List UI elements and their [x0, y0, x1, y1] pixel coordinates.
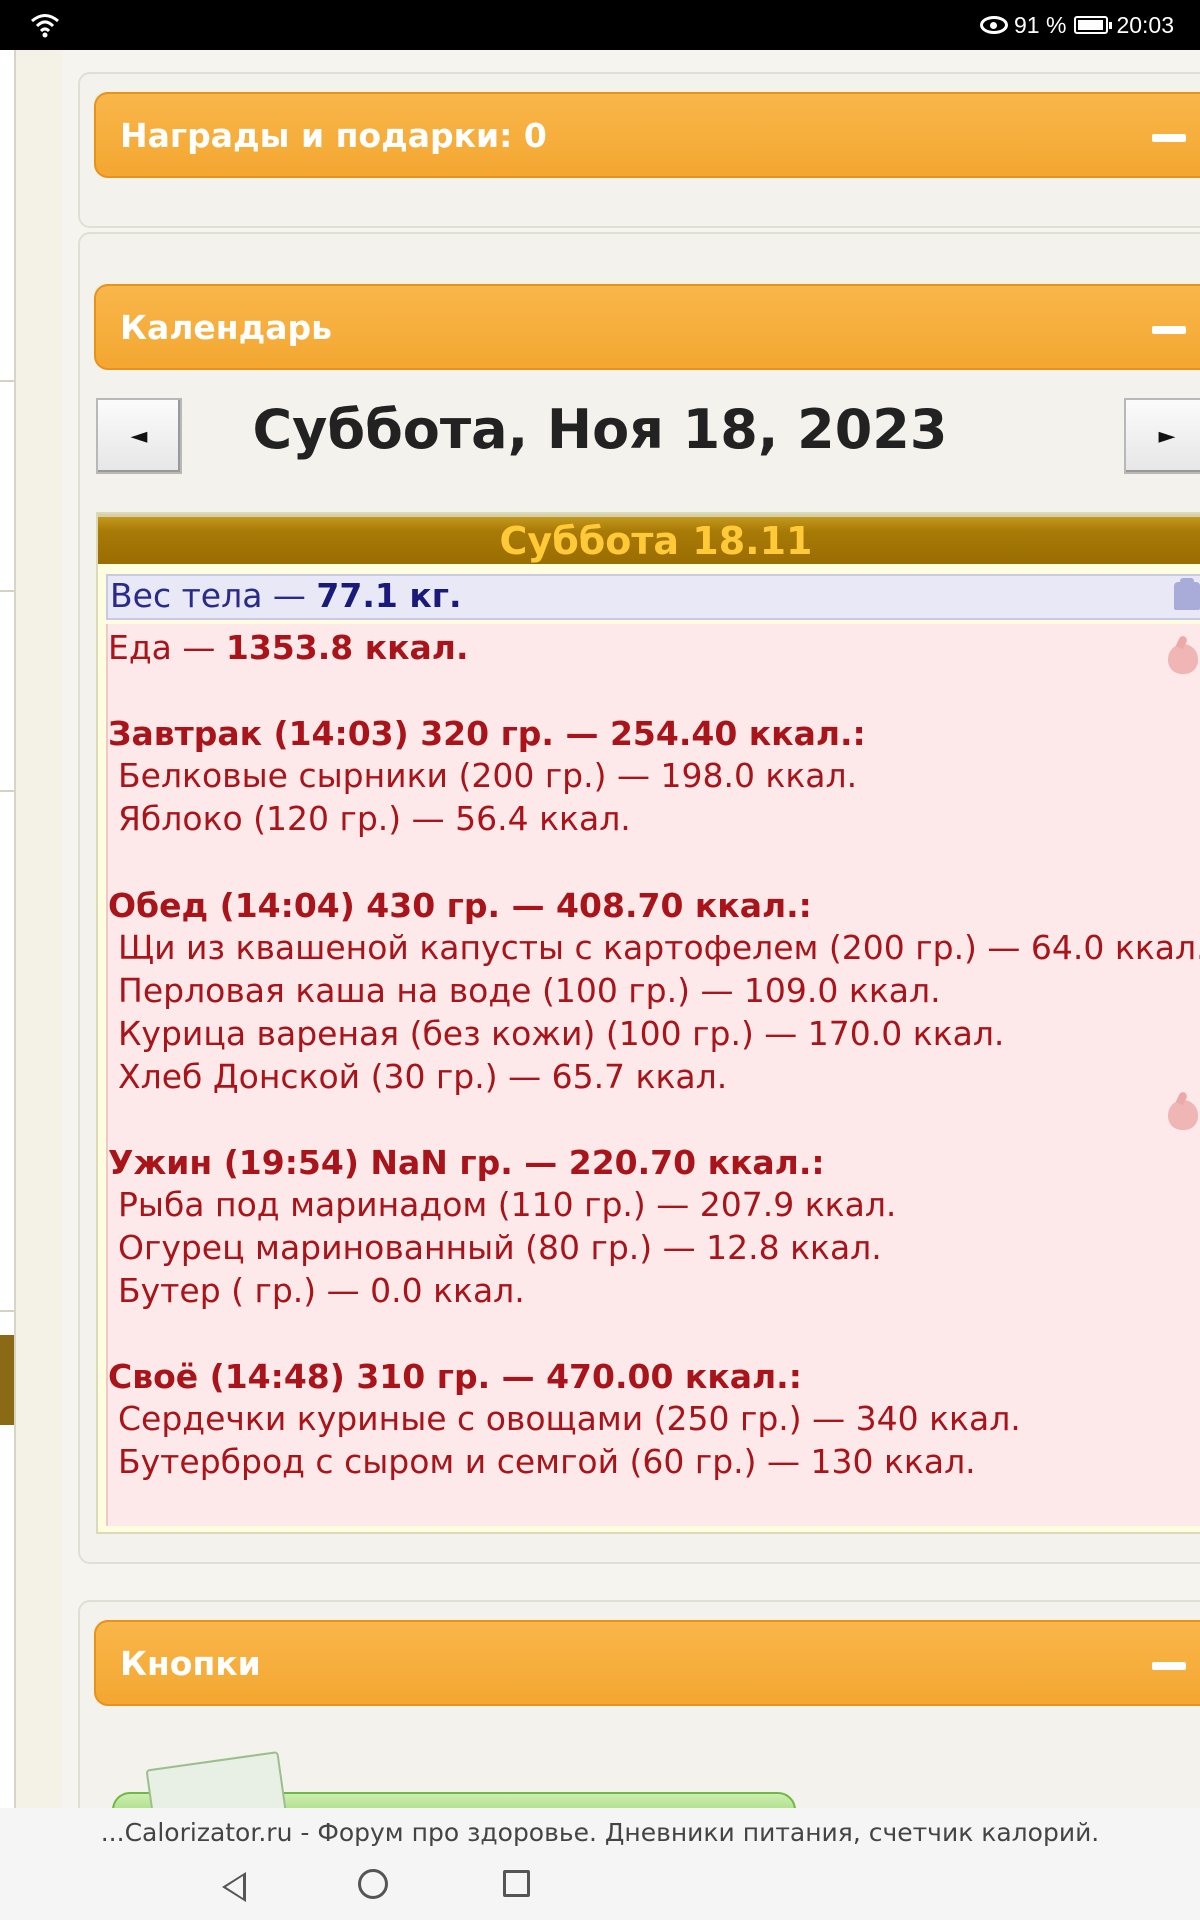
buttons-title: Кнопки — [120, 1644, 261, 1683]
apple-icon[interactable] — [1168, 1100, 1198, 1130]
meal-item: Бутерброд с сыром и семгой (60 гр.) — 13… — [118, 1442, 976, 1481]
meal-item: Бутер ( гр.) — 0.0 ккал. — [118, 1271, 525, 1310]
meal-item: Перловая каша на воде (100 гр.) — 109.0 … — [118, 971, 941, 1010]
meal-title: Обед (14:04) 430 гр. — 408.70 ккал.: — [108, 886, 812, 925]
food-area: Еда — 1353.8 ккал. Завтрак (14:03) 320 г… — [106, 624, 1200, 1526]
divider — [0, 590, 14, 592]
home-icon[interactable] — [358, 1869, 388, 1899]
meal-title: Завтрак (14:03) 320 гр. — 254.40 ккал.: — [108, 714, 866, 753]
meal-item: Белковые сырники (200 гр.) — 198.0 ккал. — [118, 756, 858, 795]
left-page-edge — [0, 50, 16, 1810]
back-icon[interactable] — [222, 1872, 246, 1902]
day-header: Суббота 18.11 — [98, 514, 1200, 564]
collapse-icon[interactable] — [1152, 134, 1186, 142]
battery-percent: 91 % — [1014, 11, 1067, 38]
collapse-icon[interactable] — [1152, 1662, 1186, 1670]
food-total-label: Еда — — [108, 628, 226, 667]
divider — [0, 790, 14, 792]
divider — [0, 380, 14, 382]
recent-apps-icon[interactable] — [503, 1870, 530, 1897]
food-total-value: 1353.8 ккал. — [225, 628, 469, 667]
awards-title: Награды и подарки: 0 — [120, 116, 547, 155]
food-total: Еда — 1353.8 ккал. — [108, 628, 468, 667]
calendar-header[interactable]: Календарь — [94, 284, 1200, 370]
meal-item: Курица вареная (без кожи) (100 гр.) — 17… — [118, 1014, 1005, 1053]
apple-icon[interactable] — [1168, 644, 1198, 674]
meal-item: Щи из квашеной капусты с картофелем (200… — [118, 928, 1200, 967]
calendar-title: Календарь — [120, 308, 333, 347]
meal-title: Своё (14:48) 310 гр. — 470.00 ккал.: — [108, 1357, 802, 1396]
status-bar: 91 % 20:03 — [0, 0, 1200, 50]
day-entry: Суббота 18.11 Вес тела — 77.1 кг. Еда — … — [96, 512, 1200, 1534]
left-gutter — [16, 50, 62, 1810]
scale-icon[interactable] — [1174, 578, 1200, 610]
prev-day-button[interactable]: ◄ — [96, 398, 182, 474]
meal-title: Ужин (19:54) NaN гр. — 220.70 ккал.: — [108, 1143, 825, 1182]
weight-value: 77.1 кг. — [316, 576, 462, 615]
wifi-icon — [31, 14, 59, 38]
awards-header[interactable]: Награды и подарки: 0 — [94, 92, 1200, 178]
meal-item: Рыба под маринадом (110 гр.) — 207.9 кка… — [118, 1185, 897, 1224]
battery-icon — [1074, 16, 1113, 34]
divider — [0, 1310, 14, 1312]
weight-row[interactable]: Вес тела — 77.1 кг. — [106, 574, 1200, 620]
awards-panel: Награды и подарки: 0 — [78, 72, 1200, 228]
meal-item: Сердечки куриные с овощами (250 гр.) — 3… — [118, 1399, 1021, 1438]
weight-label: Вес тела — — [110, 576, 317, 615]
page-url-title[interactable]: ...Calorizator.ru - Форум про здоровье. … — [0, 1818, 1200, 1847]
eye-comfort-icon — [980, 16, 1008, 34]
collapse-icon[interactable] — [1152, 326, 1186, 334]
left-dark-block — [0, 1335, 14, 1425]
meal-item: Яблоко (120 гр.) — 56.4 ккал. — [118, 799, 631, 838]
meal-item: Огурец маринованный (80 гр.) — 12.8 ккал… — [118, 1228, 882, 1267]
clock: 20:03 — [1116, 11, 1174, 38]
date-title: Суббота, Ноя 18, 2023 — [252, 398, 948, 461]
next-day-button[interactable]: ► — [1124, 398, 1200, 474]
buttons-header[interactable]: Кнопки — [94, 1620, 1200, 1706]
browser-footer: ...Calorizator.ru - Форум про здоровье. … — [0, 1808, 1200, 1920]
meal-item: Хлеб Донской (30 гр.) — 65.7 ккал. — [118, 1057, 728, 1096]
